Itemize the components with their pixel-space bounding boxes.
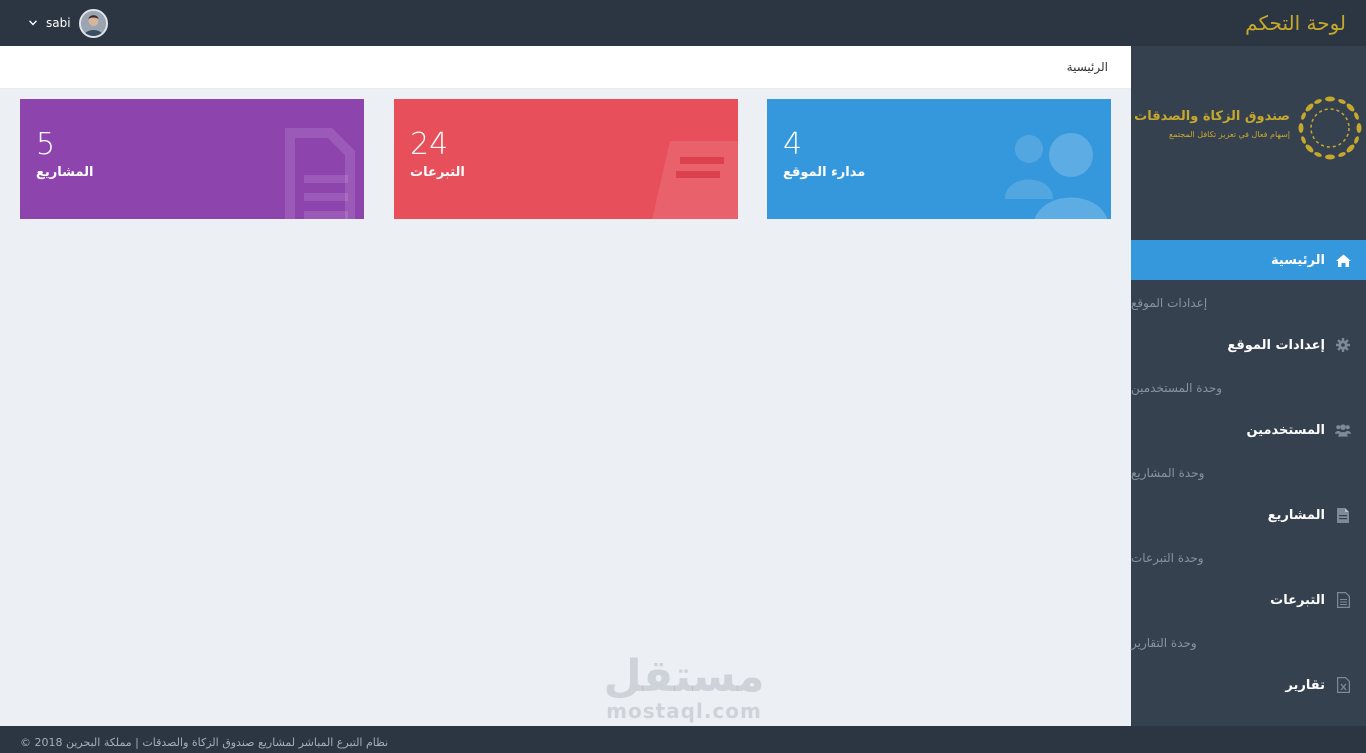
user-name: sabi xyxy=(46,16,71,30)
page-header: الرئيسية xyxy=(0,46,1131,89)
brand-title[interactable]: لوحة التحكم xyxy=(1245,11,1346,35)
avatar xyxy=(78,8,108,38)
sidebar-item-label: المستخدمين xyxy=(1246,422,1325,438)
sidebar-item-users[interactable]: المستخدمين xyxy=(1131,410,1366,450)
stat-value: 24 xyxy=(410,127,449,162)
file-icon xyxy=(1335,507,1351,523)
stat-label: المشاريع xyxy=(36,165,94,180)
user-menu[interactable]: sabi xyxy=(28,8,108,38)
sidebar-item-reports[interactable]: تقارير xyxy=(1131,665,1366,705)
sidebar-item-site-settings[interactable]: إعدادات الموقع xyxy=(1131,325,1366,365)
users-icon xyxy=(1005,133,1108,219)
sidebar-item-label: إعدادات الموقع xyxy=(1227,337,1325,353)
top-bar: لوحة التحكم sabi xyxy=(0,0,1366,46)
home-icon xyxy=(1335,252,1351,268)
excel-file-icon xyxy=(1335,677,1351,693)
watermark-latin: mostaql.com xyxy=(606,699,762,723)
sidebar-item-home[interactable]: الرئيسية xyxy=(1131,240,1366,280)
document-icon xyxy=(285,128,355,219)
logo-subtitle: إسهام فعال في تعزيز تكافل المجتمع xyxy=(1169,130,1290,139)
sidebar-heading-reports: وحدة التقارير xyxy=(1131,635,1197,650)
sidebar-item-label: الرئيسية xyxy=(1270,252,1325,268)
sidebar-heading-projects: وحدة المشاريع xyxy=(1131,465,1205,480)
gear-icon xyxy=(1335,337,1351,353)
logo-title: صندوق الزكاة والصدقات xyxy=(1134,109,1290,124)
sidebar-item-donations[interactable]: التبرعات xyxy=(1131,580,1366,620)
stat-label: مدارء الموقع xyxy=(783,165,866,180)
breadcrumb[interactable]: الرئيسية xyxy=(1067,60,1108,74)
sidebar-heading-users: وحدة المستخدمين xyxy=(1131,380,1223,395)
stat-card-admins[interactable]: 4 مدارء الموقع xyxy=(767,99,1111,219)
sidebar-item-label: المشاريع xyxy=(1267,507,1325,523)
sidebar-item-label: التبرعات xyxy=(1270,592,1325,608)
sidebar-nav: الرئيسية إعدادات الموقع إعدادات الموقع و… xyxy=(1131,240,1366,705)
sidebar-heading-site-settings: إعدادات الموقع xyxy=(1131,295,1208,310)
sidebar-item-label: تقارير xyxy=(1285,677,1325,693)
chevron-down-icon xyxy=(28,18,38,28)
ticket-icon xyxy=(652,141,738,219)
stat-card-projects[interactable]: 5 المشاريع xyxy=(20,99,364,219)
watermark: مستقل mostaql.com xyxy=(600,651,768,724)
copyright-text: نظام التبرع المباشر لمشاريع صندوق الزكاة… xyxy=(20,736,389,749)
sidebar: صندوق الزكاة والصدقات إسهام فعال في تعزي… xyxy=(1131,46,1366,726)
stat-label: التبرعات xyxy=(410,165,465,180)
sidebar-item-projects[interactable]: المشاريع xyxy=(1131,495,1366,535)
logo[interactable]: صندوق الزكاة والصدقات إسهام فعال في تعزي… xyxy=(1131,92,1366,162)
watermark-arabic: مستقل xyxy=(603,651,765,702)
users-icon xyxy=(1335,422,1351,438)
stat-value: 4 xyxy=(783,127,803,162)
sidebar-heading-donations: وحدة التبرعات xyxy=(1131,550,1204,565)
document-icon xyxy=(1335,592,1351,608)
logo-emblem-icon xyxy=(1298,96,1362,160)
footer: نظام التبرع المباشر لمشاريع صندوق الزكاة… xyxy=(0,726,1366,753)
stat-card-donations[interactable]: 24 التبرعات xyxy=(394,99,738,219)
stat-value: 5 xyxy=(36,127,56,162)
